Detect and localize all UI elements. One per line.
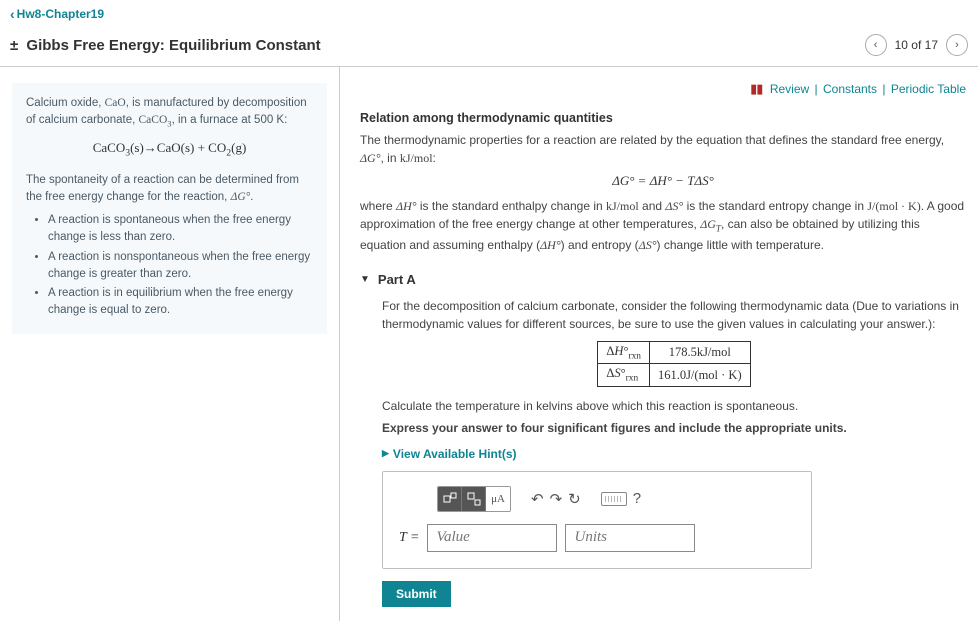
redo-button[interactable]: ↷ (550, 487, 563, 511)
help-button[interactable]: ? (633, 487, 641, 511)
equation-gibbs: ΔG° = ΔH° − TΔS° (360, 173, 966, 189)
prev-button[interactable]: ‹ (865, 34, 887, 56)
answer-box: μA ↶ ↷ ↻ ? T = (382, 471, 812, 569)
equation-decomposition: CaCO3(s)→CaO(s) + CO2(g) (26, 138, 313, 161)
reset-button[interactable]: ↻ (568, 487, 581, 511)
page-title: ± Gibbs Free Energy: Equilibrium Constan… (10, 37, 321, 54)
section-heading: Relation among thermodynamic quantities (360, 111, 966, 125)
keyboard-button[interactable] (601, 487, 627, 511)
context-panel: Calcium oxide, CaO, is manufactured by d… (12, 83, 327, 334)
view-hints-link[interactable]: ▶ View Available Hint(s) (382, 447, 517, 461)
question-text-2: Calculate the temperature in kelvins abo… (382, 397, 966, 415)
units-input[interactable] (565, 524, 695, 552)
chevron-left-icon: ‹ (10, 6, 15, 22)
resource-links: ▮▮ Review | Constants | Periodic Table (360, 81, 966, 97)
list-item: A reaction is nonspontaneous when the fr… (48, 249, 313, 284)
undo-button[interactable]: ↶ (531, 487, 544, 511)
list-item: A reaction is spontaneous when the free … (48, 212, 313, 247)
table-row: ΔH°rxn 178.5kJ/mol (598, 341, 750, 364)
table-row: ΔS°rxn 161.0J/(mol · K) (598, 364, 750, 387)
chevron-down-icon: ▼ (360, 274, 370, 285)
variable-label: T = (399, 530, 419, 546)
bookmark-icon: ▮▮ (750, 81, 762, 96)
list-item: A reaction is in equilibrium when the fr… (48, 285, 313, 320)
keyboard-icon (601, 492, 627, 506)
greek-button[interactable]: μA (486, 487, 510, 511)
thermo-data-table: ΔH°rxn 178.5kJ/mol ΔS°rxn 161.0J/(mol · … (597, 341, 750, 387)
constants-link[interactable]: Constants (823, 82, 877, 96)
instruction-text: Express your answer to four significant … (382, 419, 966, 437)
chevron-right-icon: ▶ (382, 448, 389, 459)
part-a-header[interactable]: ▼ Part A (360, 272, 966, 287)
value-input[interactable] (427, 524, 557, 552)
question-text: For the decomposition of calcium carbona… (382, 297, 966, 333)
relation-paragraph: The thermodynamic properties for a react… (360, 131, 966, 167)
periodic-table-link[interactable]: Periodic Table (891, 82, 966, 96)
template-button-2[interactable] (462, 487, 486, 511)
format-group: μA (437, 486, 511, 512)
relation-paragraph-2: where ΔH° is the standard enthalpy chang… (360, 197, 966, 254)
breadcrumb-label: Hw8-Chapter19 (17, 7, 104, 21)
next-button[interactable]: › (946, 34, 968, 56)
progress-indicator: 10 of 17 (895, 38, 938, 52)
review-link[interactable]: Review (770, 82, 809, 96)
template-button-1[interactable] (438, 487, 462, 511)
submit-button[interactable]: Submit (382, 581, 451, 607)
collapse-icon[interactable]: ± (10, 37, 18, 54)
breadcrumb[interactable]: ‹ Hw8-Chapter19 (10, 6, 104, 22)
